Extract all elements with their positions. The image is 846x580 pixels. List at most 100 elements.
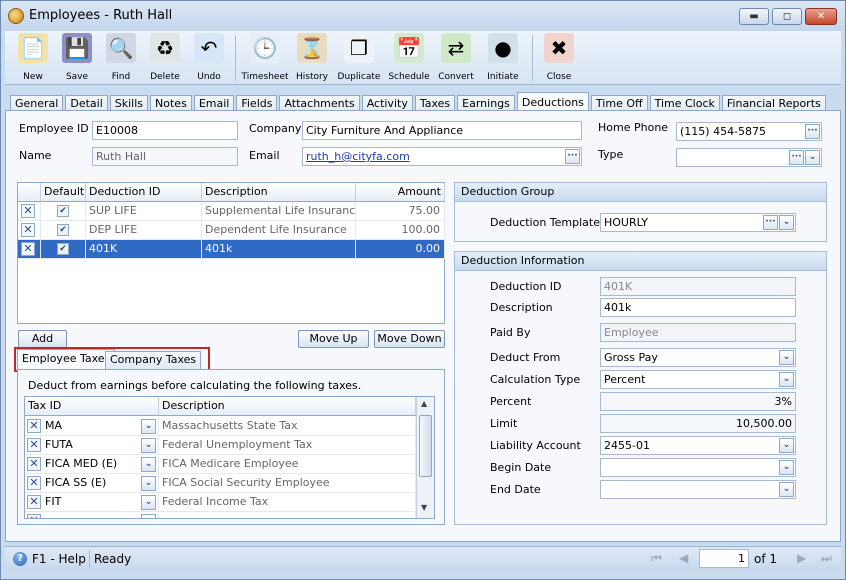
scroll-down-icon[interactable]: ▼ xyxy=(421,503,427,512)
delete-row-icon[interactable]: ✕ xyxy=(27,419,41,433)
table-row[interactable]: ✕ ✔ SUP LIFE Supplemental Life Insurance 75.… xyxy=(18,202,445,221)
traffic-light-icon: ● xyxy=(488,33,518,63)
maximize-button[interactable]: ◻ xyxy=(772,8,802,25)
employee-id-field[interactable]: E10008 xyxy=(92,121,238,140)
minimize-button[interactable]: ▬ xyxy=(739,8,769,25)
chevron-down-icon[interactable]: ⌄ xyxy=(141,495,156,510)
find-button[interactable]: 🔍 Find xyxy=(99,31,143,84)
delete-row-icon[interactable]: ✕ xyxy=(21,223,35,237)
delete-row-icon[interactable]: ✕ xyxy=(27,438,41,452)
deduct-from-value: Gross Pay xyxy=(604,351,658,364)
table-row[interactable]: MA ✕ ⌄ Massachusetts State Tax xyxy=(25,417,416,436)
new-button[interactable]: 📄 New xyxy=(11,31,55,84)
delete-row-icon[interactable]: ✕ xyxy=(21,242,35,256)
deduct-from-combo[interactable]: Gross Pay ⌄ xyxy=(600,348,796,367)
type-browse-button[interactable]: ··· xyxy=(789,150,804,165)
column-header[interactable]: Tax ID xyxy=(25,397,159,416)
last-page-icon[interactable]: ⏭ xyxy=(821,551,832,566)
begin-date-combo[interactable]: ⌄ xyxy=(600,458,796,477)
delete-row-icon[interactable]: ✕ xyxy=(27,495,41,509)
delete-row-icon[interactable]: ✕ xyxy=(27,476,41,490)
delete-label: Delete xyxy=(150,72,180,82)
chevron-down-icon[interactable]: ⌄ xyxy=(779,215,794,230)
chevron-down-icon[interactable]: ⌄ xyxy=(141,514,156,518)
table-row[interactable]: ✕ ✔ 401K 401k 0.00 xyxy=(18,240,445,259)
timesheet-button[interactable]: 🕒 Timesheet xyxy=(240,31,290,84)
column-header[interactable]: Deduction ID xyxy=(86,183,202,202)
duplicate-button[interactable]: ❐ Duplicate xyxy=(334,31,384,84)
chevron-down-icon[interactable]: ⌄ xyxy=(805,150,820,165)
delete-button[interactable]: ♻ Delete xyxy=(143,31,187,84)
history-button[interactable]: ⌛ History xyxy=(290,31,334,84)
table-row[interactable]: FUTA ✕ ⌄ Federal Unemployment Tax xyxy=(25,436,416,455)
page-number-input[interactable]: 1 xyxy=(699,549,749,568)
home-phone-browse-button[interactable]: ··· xyxy=(805,124,820,139)
calculation-type-combo[interactable]: Percent ⌄ xyxy=(600,370,796,389)
table-row[interactable]: FICA MED (E) ✕ ⌄ FICA Medicare Employee xyxy=(25,455,416,474)
column-header[interactable] xyxy=(18,183,41,202)
table-row[interactable]: ✕⌄ xyxy=(25,512,416,518)
email-browse-button[interactable]: ··· xyxy=(565,149,580,164)
chevron-down-icon[interactable]: ⌄ xyxy=(141,476,156,491)
limit-field[interactable]: 10,500.00 xyxy=(600,414,796,433)
percent-field[interactable]: 3% xyxy=(600,392,796,411)
help-icon[interactable]: ? xyxy=(13,552,27,566)
paid-by-field[interactable]: Employee xyxy=(600,323,796,342)
close-window-button[interactable]: ✕ xyxy=(805,8,837,25)
first-page-icon[interactable]: ⏮ xyxy=(651,551,662,566)
liability-account-combo[interactable]: 2455-01 ⌄ xyxy=(600,436,796,455)
deduction-id-field[interactable]: 401K xyxy=(600,277,796,296)
percent-value: 3% xyxy=(774,395,792,408)
home-phone-field[interactable]: (115) 454-5875 ··· xyxy=(676,122,822,141)
email-link[interactable]: ruth_h@cityfa.com xyxy=(306,150,410,163)
template-browse-button[interactable]: ··· xyxy=(763,215,778,230)
end-date-combo[interactable]: ⌄ xyxy=(600,480,796,499)
chevron-down-icon[interactable]: ⌄ xyxy=(141,457,156,472)
delete-row-icon[interactable]: ✕ xyxy=(27,457,41,471)
next-page-icon[interactable]: ▶ xyxy=(797,551,806,565)
table-row[interactable]: FIT ✕ ⌄ Federal Income Tax xyxy=(25,493,416,512)
prev-page-icon[interactable]: ◀ xyxy=(679,551,688,565)
default-checkbox[interactable]: ✔ xyxy=(57,205,69,217)
save-button[interactable]: 💾 Save xyxy=(55,31,99,84)
email-field[interactable]: ruth_h@cityfa.com ··· xyxy=(302,147,582,166)
description-label: Description xyxy=(490,301,553,314)
chevron-down-icon[interactable]: ⌄ xyxy=(141,438,156,453)
add-button[interactable]: Add xyxy=(18,330,67,348)
employees-window: Employees - Ruth Hall ▬ ◻ ✕ 📄 New 💾 Save 🔍 Fi… xyxy=(0,0,846,580)
name-field[interactable]: Ruth Hall xyxy=(92,147,238,166)
delete-row-icon[interactable]: ✕ xyxy=(21,204,35,218)
table-row[interactable]: ✕ ✔ DEP LIFE Dependent Life Insurance 100.00 xyxy=(18,221,445,240)
delete-row-icon[interactable]: ✕ xyxy=(27,514,41,518)
chevron-down-icon[interactable]: ⌄ xyxy=(779,482,794,497)
column-header[interactable]: Description xyxy=(202,183,356,202)
chevron-down-icon[interactable]: ⌄ xyxy=(141,419,156,434)
initiate-button[interactable]: ● Initiate xyxy=(478,31,528,84)
help-label[interactable]: F1 - Help xyxy=(32,552,86,566)
schedule-button[interactable]: 📅 Schedule xyxy=(384,31,434,84)
scrollbar-thumb[interactable] xyxy=(419,415,432,477)
company-field[interactable]: City Furniture And Appliance xyxy=(302,121,582,140)
taxes-scrollbar[interactable]: ▲ ▼ xyxy=(416,397,434,518)
move-down-button[interactable]: Move Down xyxy=(374,330,445,348)
move-up-button[interactable]: Move Up xyxy=(298,330,369,348)
column-header[interactable]: Default xyxy=(41,183,86,202)
chevron-down-icon[interactable]: ⌄ xyxy=(779,350,794,365)
close-button[interactable]: ✖ Close xyxy=(537,31,581,84)
convert-button[interactable]: ⇄ Convert xyxy=(434,31,478,84)
default-checkbox[interactable]: ✔ xyxy=(57,243,69,255)
chevron-down-icon[interactable]: ⌄ xyxy=(779,460,794,475)
type-combo[interactable]: ··· ⌄ xyxy=(676,148,822,167)
scroll-up-icon[interactable]: ▲ xyxy=(421,399,427,408)
column-header[interactable]: Amount xyxy=(356,183,445,202)
chevron-down-icon[interactable]: ⌄ xyxy=(779,438,794,453)
column-header[interactable]: Description xyxy=(159,397,416,416)
deduction-template-label: Deduction Template xyxy=(490,216,600,229)
chevron-down-icon[interactable]: ⌄ xyxy=(779,372,794,387)
undo-button[interactable]: ↶ Undo xyxy=(187,31,231,84)
default-checkbox[interactable]: ✔ xyxy=(57,224,69,236)
description-field[interactable]: 401k xyxy=(600,298,796,317)
table-row[interactable]: FICA SS (E) ✕ ⌄ FICA Social Security Employ… xyxy=(25,474,416,493)
description-cell: 401k xyxy=(202,240,356,259)
deduction-template-combo[interactable]: HOURLY ··· ⌄ xyxy=(600,213,796,232)
